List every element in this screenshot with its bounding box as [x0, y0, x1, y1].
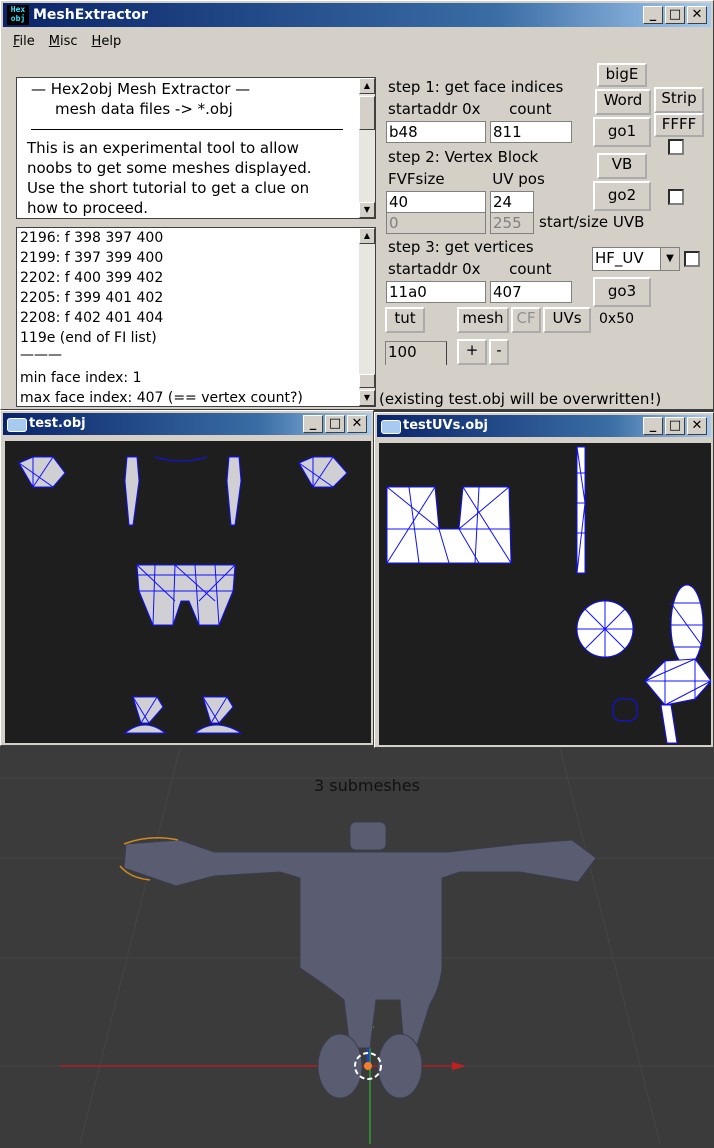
info-subtitle: mesh data files -> *.obj — [55, 100, 233, 118]
info-textbox[interactable]: — Hex2obj Mesh Extractor — mesh data fil… — [16, 77, 376, 219]
viewer2-title-bar[interactable]: testUVs.obj _ □ ✕ — [377, 415, 711, 437]
viewer1-title-bar[interactable]: test.obj _ □ ✕ — [3, 413, 371, 435]
window-icon — [381, 420, 401, 434]
step3-subtitle: startaddr 0x count — [386, 259, 586, 279]
fvfsize-input[interactable]: 40 — [386, 191, 486, 213]
info-body-line: Use the short tutorial to get a clue on — [27, 179, 310, 197]
log-line: ——— — [20, 347, 62, 363]
scale-input[interactable]: 100 — [385, 341, 447, 365]
bige-button[interactable]: bigE — [597, 63, 647, 87]
test-uvs-window: testUVs.obj _ □ ✕ — [374, 412, 714, 748]
go2-checkbox[interactable] — [668, 189, 684, 205]
step2-title: step 2: Vertex Block — [386, 147, 586, 167]
menu-file[interactable]: File — [13, 29, 35, 55]
scroll-down-icon[interactable]: ▼ — [359, 202, 375, 218]
log-line: 2202: f 400 399 402 — [20, 270, 164, 286]
maximize-icon[interactable]: □ — [325, 415, 345, 433]
uvs-button[interactable]: UVs — [543, 307, 591, 333]
go1-button[interactable]: go1 — [593, 117, 651, 147]
vertex-format-select[interactable]: HF_UV ▼ — [592, 247, 680, 271]
scroll-up-icon[interactable]: ▲ — [359, 228, 375, 244]
plus-button[interactable]: + — [457, 339, 487, 365]
cf-button[interactable]: CF — [511, 307, 541, 333]
title-bar[interactable]: Hex obj MeshExtractor _ □ ✕ — [3, 3, 711, 27]
uvb-size-input: 255 — [490, 212, 534, 234]
info-scrollbar[interactable]: ▲ ▼ — [359, 78, 375, 218]
blender-viewport[interactable]: 3 submeshes — [0, 747, 714, 1145]
scroll-thumb[interactable] — [359, 96, 375, 130]
step1-startaddr-input[interactable]: b48 — [386, 121, 486, 143]
log-scrollbar[interactable]: ▲ ▼ — [359, 228, 375, 406]
go3-button[interactable]: go3 — [593, 277, 651, 307]
info-title: — Hex2obj Mesh Extractor — — [31, 80, 251, 98]
step1-subtitle: startaddr 0x count — [386, 99, 586, 119]
window-icon — [7, 418, 27, 432]
tut-button[interactable]: tut — [385, 307, 425, 333]
info-divider — [31, 129, 343, 130]
mesh-button[interactable]: mesh — [457, 307, 509, 333]
submesh-count-label: 3 submeshes — [314, 776, 420, 795]
uvb-label: start/size UVB — [537, 212, 659, 232]
scroll-down-icon[interactable]: ▼ — [359, 390, 375, 406]
log-line: 2199: f 397 399 400 — [20, 250, 164, 266]
minimize-icon[interactable]: _ — [303, 415, 323, 433]
step2-subtitle: FVFsize UV pos — [386, 169, 586, 189]
log-line: 2205: f 399 401 402 — [20, 290, 164, 306]
ffff-button[interactable]: FFFF — [654, 113, 704, 137]
scroll-up-icon[interactable]: ▲ — [359, 78, 375, 94]
log-textbox[interactable]: 2196: f 398 397 400 2199: f 397 399 400 … — [16, 227, 376, 407]
mesh-wireframe — [18, 456, 348, 734]
step3-count-input[interactable]: 407 — [490, 281, 572, 303]
log-line: 2208: f 402 401 404 — [20, 310, 164, 326]
close-icon[interactable]: ✕ — [347, 415, 367, 433]
go2-button[interactable]: go2 — [593, 181, 651, 211]
step3-startaddr-input[interactable]: 11a0 — [386, 281, 486, 303]
viewer2-title: testUVs.obj — [403, 418, 488, 433]
log-line: 2196: f 398 397 400 — [20, 230, 164, 246]
log-line: max face index: 407 (== vertex count?) — [20, 390, 303, 406]
step3-title: step 3: get vertices — [386, 237, 586, 257]
info-body-line: how to proceed. — [27, 199, 149, 217]
strip-button[interactable]: Strip — [654, 87, 704, 113]
ffff-checkbox[interactable] — [668, 139, 684, 155]
hex2obj-app-icon: Hex obj — [7, 5, 29, 25]
vb-button[interactable]: VB — [597, 153, 647, 179]
word-button[interactable]: Word — [595, 89, 651, 115]
uvb-start-input: 0 — [386, 212, 486, 234]
step1-count-input[interactable]: 811 — [490, 121, 572, 143]
uv-wireframe — [386, 446, 712, 744]
log-line: 119e (end of FI list) — [20, 330, 157, 346]
vertex-format-checkbox[interactable] — [684, 251, 700, 267]
test-obj-window: test.obj _ □ ✕ — [0, 410, 374, 746]
maximize-icon[interactable]: □ — [665, 417, 685, 435]
info-body-line: This is an experimental tool to allow — [27, 139, 299, 157]
close-icon[interactable]: ✕ — [687, 6, 707, 24]
minimize-icon[interactable]: _ — [643, 6, 663, 24]
menu-misc[interactable]: Misc — [49, 29, 78, 55]
close-icon[interactable]: ✕ — [687, 417, 707, 435]
mesh-extractor-window: Hex obj MeshExtractor _ □ ✕ File Misc He… — [0, 0, 714, 410]
scroll-thumb[interactable] — [359, 374, 375, 388]
mesh-view-canvas[interactable] — [5, 441, 371, 743]
chevron-down-icon[interactable]: ▼ — [660, 248, 679, 270]
menu-bar: File Misc Help — [3, 29, 121, 55]
stride-label: 0x50 — [597, 309, 641, 329]
viewport-scene — [0, 747, 714, 1145]
viewer1-title: test.obj — [29, 416, 86, 431]
minimize-icon[interactable]: _ — [643, 417, 663, 435]
minus-button[interactable]: - — [489, 339, 509, 365]
info-body-line: noobs to get some meshes displayed. — [27, 159, 312, 177]
status-text: (existing test.obj will be overwritten!) — [377, 389, 679, 409]
log-line: min face index: 1 — [20, 370, 142, 386]
window-title: MeshExtractor — [33, 7, 148, 23]
step1-title: step 1: get face indices — [386, 77, 586, 97]
uv-view-canvas[interactable] — [379, 443, 712, 745]
maximize-icon[interactable]: □ — [665, 6, 685, 24]
menu-help[interactable]: Help — [92, 29, 122, 55]
vertex-format-value: HF_UV — [595, 249, 644, 267]
uvpos-input[interactable]: 24 — [490, 191, 534, 213]
